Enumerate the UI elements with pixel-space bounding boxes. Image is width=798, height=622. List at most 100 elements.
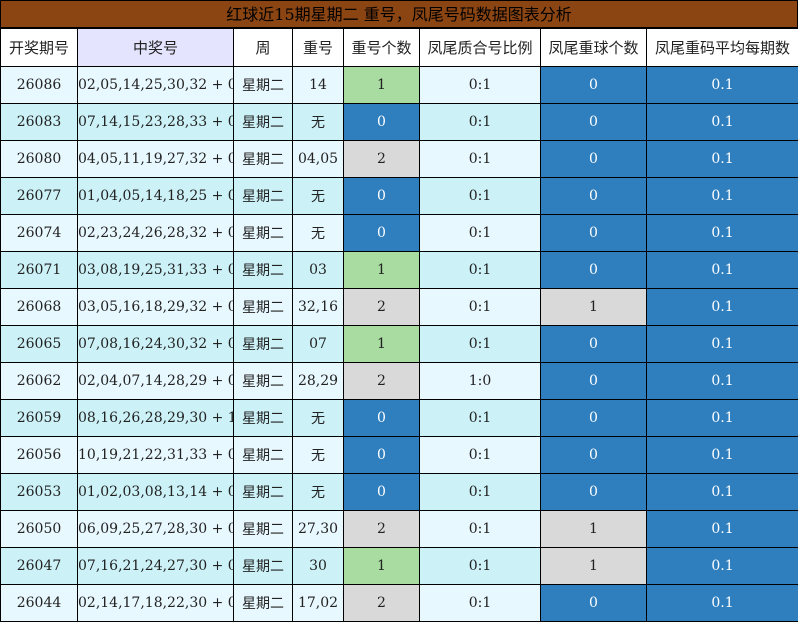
- avg-cell: 0.1: [647, 437, 798, 474]
- week-cell: 星期二: [234, 141, 293, 178]
- ratio-cell: 0:1: [420, 141, 541, 178]
- repeat-count-cell: 2: [344, 363, 420, 400]
- issue-cell: 26062: [1, 363, 78, 400]
- repeat-cell: 03: [293, 252, 344, 289]
- numbers-cell: 04,05,11,19,27,32 + 01: [78, 141, 234, 178]
- repeat-cell: 32,16: [293, 289, 344, 326]
- issue-cell: 26071: [1, 252, 78, 289]
- col-header-issue: 开奖期号: [1, 29, 78, 67]
- avg-cell: 0.1: [647, 178, 798, 215]
- tail-repeat-cell: 0: [541, 400, 647, 437]
- avg-cell: 0.1: [647, 215, 798, 252]
- header-row: 开奖期号 中奖号 周 重号 重号个数 凤尾质合号比例 凤尾重球个数 凤尾重码平均…: [1, 29, 798, 67]
- week-cell: 星期二: [234, 67, 293, 104]
- avg-cell: 0.1: [647, 585, 798, 622]
- ratio-cell: 0:1: [420, 104, 541, 141]
- tail-repeat-cell: 0: [541, 585, 647, 622]
- table-row: 2605006,09,25,27,28,30 + 03星期二27,3020:11…: [1, 511, 798, 548]
- table-row: 2608307,14,15,23,28,33 + 03星期二无00:100.1: [1, 104, 798, 141]
- tail-repeat-cell: 0: [541, 141, 647, 178]
- repeat-count-cell: 1: [344, 548, 420, 585]
- repeat-cell: 07: [293, 326, 344, 363]
- col-header-avg: 凤尾重码平均每期数: [647, 29, 798, 67]
- repeat-cell: 无: [293, 215, 344, 252]
- numbers-cell: 02,14,17,18,22,30 + 01: [78, 585, 234, 622]
- repeat-count-cell: 1: [344, 67, 420, 104]
- week-cell: 星期二: [234, 400, 293, 437]
- table-body: 2608602,05,14,25,30,32 + 05星期二1410:100.1…: [1, 67, 798, 622]
- week-cell: 星期二: [234, 437, 293, 474]
- repeat-cell: 14: [293, 67, 344, 104]
- repeat-cell: 无: [293, 178, 344, 215]
- ratio-cell: 0:1: [420, 585, 541, 622]
- issue-cell: 26056: [1, 437, 78, 474]
- tail-repeat-cell: 0: [541, 178, 647, 215]
- issue-cell: 26074: [1, 215, 78, 252]
- col-header-tail-repeat: 凤尾重球个数: [541, 29, 647, 67]
- chart-title: 红球近15期星期二 重号，凤尾号码数据图表分析: [0, 0, 798, 28]
- numbers-cell: 02,05,14,25,30,32 + 05: [78, 67, 234, 104]
- issue-cell: 26065: [1, 326, 78, 363]
- table-row: 2606202,04,07,14,28,29 + 09星期二28,2921:00…: [1, 363, 798, 400]
- tail-repeat-cell: 1: [541, 548, 647, 585]
- tail-repeat-cell: 0: [541, 252, 647, 289]
- ratio-cell: 0:1: [420, 178, 541, 215]
- repeat-count-cell: 0: [344, 215, 420, 252]
- issue-cell: 26080: [1, 141, 78, 178]
- col-header-numbers: 中奖号: [78, 29, 234, 67]
- issue-cell: 26050: [1, 511, 78, 548]
- repeat-count-cell: 0: [344, 400, 420, 437]
- ratio-cell: 0:1: [420, 215, 541, 252]
- numbers-cell: 02,04,07,14,28,29 + 09: [78, 363, 234, 400]
- issue-cell: 26077: [1, 178, 78, 215]
- issue-cell: 26047: [1, 548, 78, 585]
- table-row: 2605610,19,21,22,31,33 + 05星期二无00:100.1: [1, 437, 798, 474]
- ratio-cell: 0:1: [420, 548, 541, 585]
- ratio-cell: 0:1: [420, 326, 541, 363]
- issue-cell: 26086: [1, 67, 78, 104]
- avg-cell: 0.1: [647, 326, 798, 363]
- repeat-count-cell: 1: [344, 252, 420, 289]
- repeat-count-cell: 0: [344, 437, 420, 474]
- numbers-cell: 10,19,21,22,31,33 + 05: [78, 437, 234, 474]
- tail-repeat-cell: 0: [541, 67, 647, 104]
- tail-repeat-cell: 0: [541, 104, 647, 141]
- table-row: 2607701,04,05,14,18,25 + 04星期二无00:100.1: [1, 178, 798, 215]
- repeat-cell: 17,02: [293, 585, 344, 622]
- repeat-count-cell: 0: [344, 474, 420, 511]
- ratio-cell: 0:1: [420, 437, 541, 474]
- repeat-count-cell: 2: [344, 141, 420, 178]
- avg-cell: 0.1: [647, 511, 798, 548]
- week-cell: 星期二: [234, 289, 293, 326]
- table-row: 2606803,05,16,18,29,32 + 04星期二32,1620:11…: [1, 289, 798, 326]
- avg-cell: 0.1: [647, 141, 798, 178]
- numbers-cell: 03,08,19,25,31,33 + 05: [78, 252, 234, 289]
- table-row: 2605908,16,26,28,29,30 + 15星期二无00:100.1: [1, 400, 798, 437]
- ratio-cell: 0:1: [420, 252, 541, 289]
- numbers-cell: 06,09,25,27,28,30 + 03: [78, 511, 234, 548]
- tail-repeat-cell: 1: [541, 289, 647, 326]
- col-header-repeat: 重号: [293, 29, 344, 67]
- repeat-cell: 30: [293, 548, 344, 585]
- numbers-cell: 03,05,16,18,29,32 + 04: [78, 289, 234, 326]
- repeat-count-cell: 2: [344, 289, 420, 326]
- ratio-cell: 1:0: [420, 363, 541, 400]
- repeat-count-cell: 1: [344, 326, 420, 363]
- avg-cell: 0.1: [647, 363, 798, 400]
- week-cell: 星期二: [234, 585, 293, 622]
- numbers-cell: 07,08,16,24,30,32 + 02: [78, 326, 234, 363]
- table-row: 2606507,08,16,24,30,32 + 02星期二0710:100.1: [1, 326, 798, 363]
- table-row: 2608004,05,11,19,27,32 + 01星期二04,0520:10…: [1, 141, 798, 178]
- repeat-cell: 27,30: [293, 511, 344, 548]
- tail-repeat-cell: 0: [541, 326, 647, 363]
- week-cell: 星期二: [234, 215, 293, 252]
- numbers-cell: 08,16,26,28,29,30 + 15: [78, 400, 234, 437]
- col-header-week: 周: [234, 29, 293, 67]
- table-row: 2607402,23,24,26,28,32 + 04星期二无00:100.1: [1, 215, 798, 252]
- week-cell: 星期二: [234, 474, 293, 511]
- tail-repeat-cell: 0: [541, 363, 647, 400]
- week-cell: 星期二: [234, 363, 293, 400]
- table-row: 2608602,05,14,25,30,32 + 05星期二1410:100.1: [1, 67, 798, 104]
- repeat-cell: 无: [293, 400, 344, 437]
- tail-repeat-cell: 0: [541, 474, 647, 511]
